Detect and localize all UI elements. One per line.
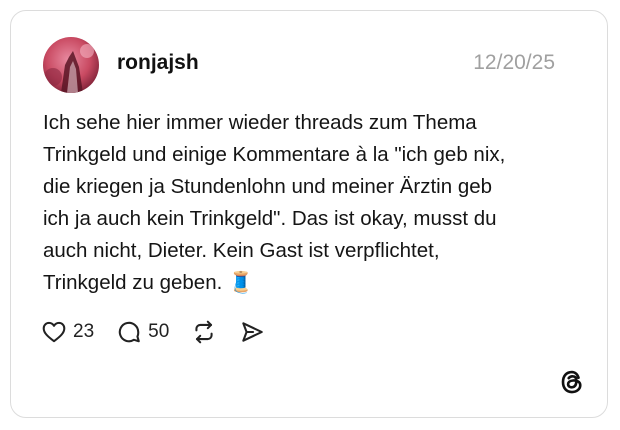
comment-bubble-icon (118, 321, 140, 343)
post-date: 12/20/25 (473, 51, 555, 74)
reply-count: 50 (148, 321, 170, 342)
like-count: 23 (73, 321, 95, 342)
avatar[interactable] (43, 37, 99, 93)
share-send-icon (242, 322, 264, 342)
threads-logo-glyph (561, 370, 582, 394)
repost-icon (195, 320, 213, 344)
repost-button[interactable] (191, 319, 217, 345)
share-button[interactable] (239, 319, 265, 345)
threads-logo-icon[interactable] (557, 367, 587, 397)
username[interactable]: ronjajsh (117, 51, 199, 75)
like-button[interactable]: 23 (41, 319, 94, 345)
post-card: ronjajsh 12/20/25 Ich sehe hier immer wi… (10, 10, 608, 418)
action-bar: 23 50 (41, 317, 287, 347)
avatar-image (43, 37, 99, 93)
reply-button[interactable]: 50 (116, 319, 169, 345)
post-text: Ich sehe hier immer wieder threads zum T… (43, 111, 506, 294)
heart-icon (42, 321, 66, 343)
